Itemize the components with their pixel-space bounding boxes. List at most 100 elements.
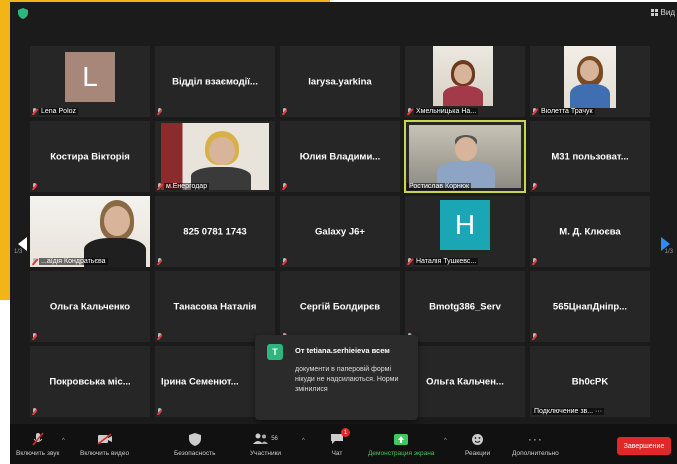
participant-caption [282,258,287,265]
camera-off-icon [97,432,113,446]
participants-icon: 56 [253,432,278,446]
mic-muted-icon [157,408,162,415]
mic-muted-icon [32,408,37,415]
end-meeting-button[interactable]: Завершение [617,437,671,455]
prev-page-button[interactable] [14,227,30,261]
unmute-button[interactable]: Включить звук [16,432,59,457]
participant-caption [532,333,537,340]
mic-muted-icon [282,183,287,190]
avatar: H [440,200,490,250]
participant-tile[interactable]: Танасова Наталія [155,271,275,342]
participant-caption [157,258,162,265]
participant-caption: Lena Poloz [32,108,79,115]
participant-tile[interactable]: Відділ взаємодії... [155,46,275,117]
shield-icon[interactable] [18,8,28,19]
participant-caption: Наталія Тушкевс... [407,258,479,265]
chat-button[interactable]: 1 Чат [330,428,350,457]
participant-tile[interactable]: Костирa Вікторія [30,121,150,192]
participant-tile[interactable]: Galaxy J6+ [280,196,400,267]
participants-button[interactable]: 56 Участники [250,432,281,457]
participant-name: Bmotg386_Serv [429,301,501,312]
participant-tile[interactable]: м.Енергодар [155,121,275,192]
participant-name: Відділ взаємодії... [172,76,258,87]
participant-name: 565ЦнапДніпр... [552,301,628,312]
participant-name: Костирa Вікторія [50,151,130,162]
participant-tile[interactable]: Хмельницька На... [405,46,525,117]
participant-caption [32,183,37,190]
view-label: Вид [660,8,675,17]
mic-muted-icon [532,108,537,115]
participant-tile-active-speaker[interactable]: Ростислав Корнюк [404,120,526,193]
participant-tile[interactable]: Bmotg386_Serv [405,271,525,342]
participant-tile[interactable]: L Lena Poloz [30,46,150,117]
mic-muted-icon [157,333,162,340]
grid-view-icon [650,9,658,16]
view-button[interactable]: Вид [650,8,675,17]
participant-tile[interactable]: Юлия Владими... [280,121,400,192]
participant-tile[interactable]: Bh0cPK Подключение зв... ··· [530,346,650,417]
participant-name: Сергій Болдирєв [299,301,381,312]
participant-tile[interactable]: 825 0781 1743 [155,196,275,267]
participant-name: Ольга Кальчен... [426,376,504,387]
chevron-up-icon[interactable]: ^ [444,438,447,444]
participant-tile[interactable]: М31 пользоват... [530,121,650,192]
participants-count: 56 [271,436,278,442]
participant-name: Покровська міс... [49,376,131,387]
participant-name: larysa.yarkina [308,76,372,87]
meeting-toolbar: Включить звук ^ Включить видео Безопасно… [10,424,677,464]
more-button[interactable]: ··· Дополнительно [512,432,559,457]
zoom-window: Вид 1/3 1/3 L Lena Poloz Відділ взаємоді… [10,2,677,464]
chevron-up-icon[interactable]: ^ [302,438,305,444]
mic-muted-icon [157,183,162,190]
mic-muted-icon [31,432,45,446]
video-feed [30,196,150,267]
chat-notification[interactable]: T От tetiana.serhieieva всем документи в… [255,335,418,420]
security-button[interactable]: Безопасность [174,432,215,457]
participant-tile[interactable]: larysa.yarkina [280,46,400,117]
chat-sender: От tetiana.serhieieva всем [295,346,390,355]
participant-name: Юлия Владими... [299,151,381,162]
mic-muted-icon [282,108,287,115]
next-page-button[interactable] [657,227,673,261]
mic-muted-icon [32,333,37,340]
video-feed [564,46,616,108]
chat-icon: 1 [330,428,350,446]
video-feed [409,125,521,188]
participant-name: Galaxy J6+ [315,226,365,237]
participant-caption: Хмельницька На... [407,108,479,115]
avatar: L [65,52,115,102]
participant-name: 825 0781 1743 [183,226,247,237]
page-indicator-left: 1/3 [14,249,23,255]
participant-tile[interactable]: Покровська міс... [30,346,150,417]
participant-tile[interactable]: Ольга Кальчен... [405,346,525,417]
participant-tile[interactable]: Сергій Болдирєв [280,271,400,342]
participant-tile[interactable]: М. Д. Клюєва [530,196,650,267]
mic-muted-icon [282,258,287,265]
share-screen-icon [393,432,409,446]
participant-caption [32,408,37,415]
participant-tile[interactable]: Віолетта Трачук [530,46,650,117]
video-feed [161,123,269,190]
participant-name: Bh0cPK [571,376,609,387]
chevron-up-icon[interactable]: ^ [62,438,65,444]
mic-muted-icon [407,108,412,115]
participant-caption [532,258,537,265]
participant-tile[interactable]: ...аїдія Кондратьєва [30,196,150,267]
mic-muted-icon [532,333,537,340]
participant-tile[interactable]: H Наталія Тушкевс... [405,196,525,267]
mic-muted-icon [32,108,37,115]
start-video-button[interactable]: Включить видео [80,432,129,457]
participant-caption [282,108,287,115]
participant-name: М. Д. Клюєва [559,226,621,237]
participant-caption: Віолетта Трачук [532,108,595,115]
participant-caption: м.Енергодар [157,183,210,190]
page-indicator-right: 1/3 [664,249,673,255]
participant-tile[interactable]: Ольга Кальченко [30,271,150,342]
participant-caption [157,333,162,340]
reactions-button[interactable]: Реакции [465,432,490,457]
mic-muted-icon [532,258,537,265]
participant-caption [532,183,537,190]
share-screen-button[interactable]: Демонстрация экрана [368,432,434,457]
participant-tile[interactable]: 565ЦнапДніпр... [530,271,650,342]
participant-caption: ...аїдія Кондратьєва [32,258,108,265]
